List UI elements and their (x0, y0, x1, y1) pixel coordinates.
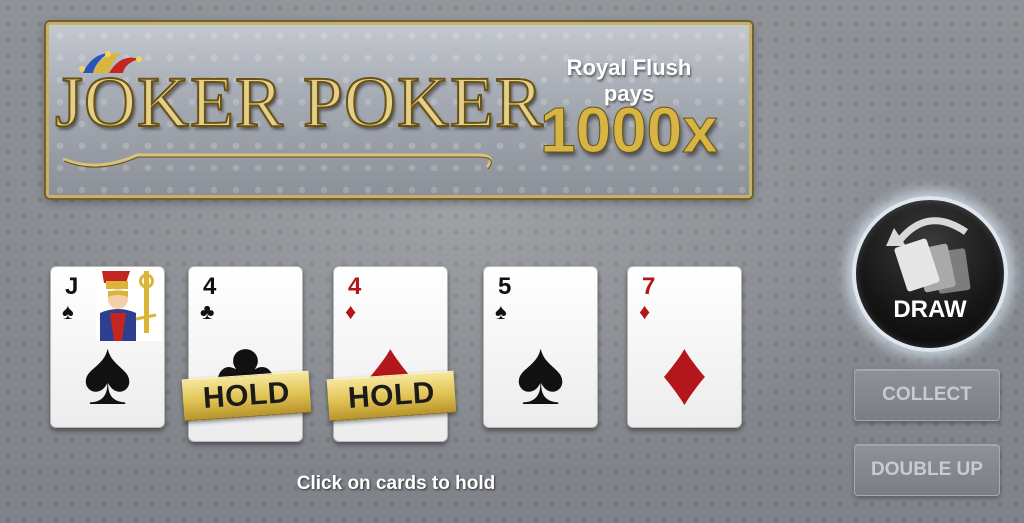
card-rank: 4 (348, 273, 362, 300)
card-1[interactable]: J ♠ ♠ (50, 266, 165, 428)
hold-badge: HOLD (326, 370, 457, 422)
card-2[interactable]: 4 ♣ ♣ HOLD (181, 266, 312, 442)
spade-icon: ♠ (62, 299, 74, 324)
hold-hint: Click on cards to hold (296, 473, 496, 494)
card-rank: 5 (498, 273, 512, 300)
diamond-icon: ♦ (661, 322, 708, 424)
collect-button[interactable]: COLLECT (854, 369, 1000, 421)
spade-icon: ♠ (495, 299, 507, 324)
card-3[interactable]: 4 ♦ ♦ HOLD (326, 266, 457, 442)
double-up-button[interactable]: DOUBLE UP (854, 444, 1000, 496)
diamond-icon: ♦ (345, 299, 357, 324)
card-4[interactable]: 5 ♠ ♠ (483, 266, 598, 428)
draw-button[interactable]: DRAW (852, 196, 1008, 352)
logo-swirl-decoration (62, 153, 492, 170)
cards-redraw-icon (886, 217, 971, 294)
card-rank: J (65, 273, 79, 300)
jester-hat-icon (79, 51, 142, 73)
spade-icon: ♠ (83, 322, 132, 424)
paytable-banner: JOKER POKER Royal Flush pays 1000x (46, 22, 752, 198)
card-rank: 4 (203, 273, 217, 300)
hold-badge: HOLD (181, 370, 312, 422)
club-icon: ♣ (200, 299, 215, 324)
spade-icon: ♠ (516, 322, 565, 424)
draw-label: DRAW (893, 296, 967, 323)
card-5[interactable]: 7 ♦ ♦ (627, 266, 742, 428)
payout-value: 1000x (540, 94, 719, 167)
diamond-icon: ♦ (639, 299, 651, 324)
card-rank: 7 (642, 273, 656, 300)
